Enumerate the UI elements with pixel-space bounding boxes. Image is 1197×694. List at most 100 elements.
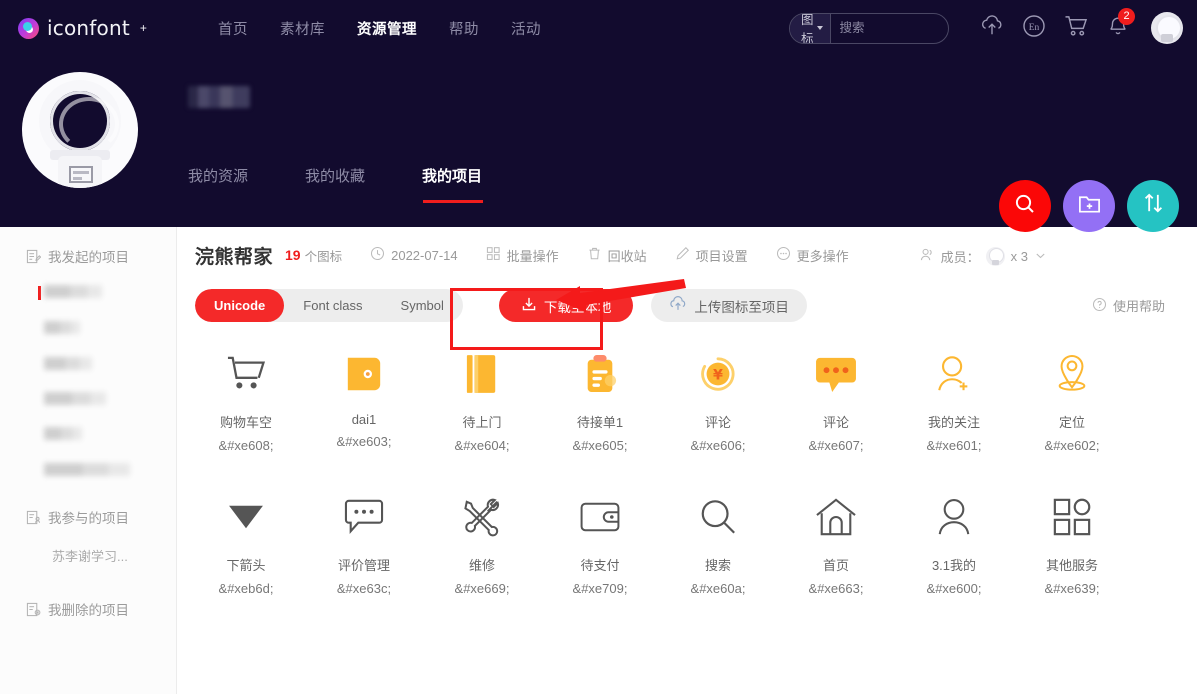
chevron-down-icon[interactable]	[1034, 249, 1047, 265]
icon-name: 下箭头	[226, 558, 266, 573]
profile-avatar[interactable]	[22, 72, 138, 188]
cart-icon	[226, 346, 266, 402]
nav-item-help[interactable]: 帮助	[449, 18, 479, 39]
new-project-fab[interactable]	[1063, 180, 1115, 232]
sort-fab[interactable]	[1127, 180, 1179, 232]
home-icon	[815, 489, 857, 545]
sidebar-group-deleted[interactable]: 我删除的项目	[0, 594, 176, 624]
icon-code: &#xe606;	[690, 438, 746, 453]
members-count: x 3	[1010, 249, 1028, 264]
search-input[interactable]	[830, 21, 948, 35]
icon-name: 定位	[1058, 415, 1085, 430]
icon-name: 待支付	[580, 558, 620, 573]
clock-icon	[370, 246, 385, 264]
project-header-row: 浣熊帮家 19 个图标 2022-07-14 批量操作 回收站 项目设置 更多操…	[177, 227, 1197, 283]
sidebar-group-created[interactable]: 我发起的项目	[0, 241, 176, 271]
cloud-upload-icon	[980, 14, 1004, 42]
icon-cell-review-management[interactable]: 评价管理 &#xe63c;	[305, 489, 423, 596]
subtab-my-projects[interactable]: 我的项目	[422, 165, 484, 203]
project-content: 浣熊帮家 19 个图标 2022-07-14 批量操作 回收站 项目设置 更多操…	[177, 227, 1197, 694]
recycle-bin-button[interactable]: 回收站	[587, 246, 647, 265]
upload-button[interactable]	[971, 0, 1013, 56]
nav-item-library[interactable]: 素材库	[280, 18, 325, 39]
icon-cell-location[interactable]: 定位 &#xe602;	[1013, 346, 1131, 453]
members-control[interactable]: 成员： x 3	[919, 247, 1047, 266]
list-item[interactable]	[44, 463, 130, 476]
icon-cell-my-follows[interactable]: 我的关注 &#xe601;	[895, 346, 1013, 453]
icon-code: &#xe60a;	[690, 581, 746, 596]
download-button[interactable]: 下载至本地	[498, 289, 634, 322]
search-fab[interactable]	[999, 180, 1051, 232]
sidebar-item-joined-project[interactable]: 苏李谢学习...	[0, 542, 176, 568]
icon-cell-dai1[interactable]: dai1 &#xe603;	[305, 346, 423, 453]
bubble-solid-icon	[814, 346, 858, 402]
icon-code: &#xe669;	[454, 581, 510, 596]
more-operations-label: 更多操作	[796, 248, 849, 264]
list-item[interactable]	[44, 392, 106, 405]
icon-cell-cart-empty[interactable]: 购物车空 &#xe608;	[187, 346, 305, 453]
nav-item-activity[interactable]: 活动	[511, 18, 541, 39]
brand-plus: +	[139, 21, 147, 35]
list-item[interactable]	[44, 321, 80, 334]
download-icon	[521, 296, 537, 315]
subtab-my-resources[interactable]: 我的资源	[188, 165, 248, 203]
usage-help-link[interactable]: 使用帮助	[1092, 296, 1165, 315]
subtab-my-favorites[interactable]: 我的收藏	[305, 165, 365, 203]
nav-item-home[interactable]: 首页	[218, 18, 248, 39]
brand-logo[interactable]: iconfont +	[18, 16, 208, 40]
icon-code: &#xe600;	[926, 581, 982, 596]
icon-cell-pending-payment[interactable]: 待支付 &#xe709;	[541, 489, 659, 596]
tab-unicode[interactable]: Unicode	[195, 289, 285, 322]
project-toolbar: Unicode Font class Symbol 下载至本地 上传图标至项目 …	[177, 289, 1197, 322]
profile-subtabs: 我的资源 我的收藏 我的项目	[188, 165, 484, 203]
icon-name: 待上门	[462, 415, 502, 430]
tab-symbol[interactable]: Symbol	[382, 289, 463, 322]
cloud-upload-icon	[669, 296, 687, 315]
icon-cell-comment-coin[interactable]: ¥ 评论 &#xe606;	[659, 346, 777, 453]
svg-text:¥: ¥	[713, 368, 723, 384]
brand-name: iconfont	[47, 16, 130, 40]
icon-code: &#xe601;	[926, 438, 982, 453]
icon-cell-comment-bubble[interactable]: 评论 &#xe607;	[777, 346, 895, 453]
sidebar-group-label: 我发起的项目	[48, 250, 129, 265]
icon-code: &#xe607;	[808, 438, 864, 453]
project-settings-label: 项目设置	[695, 248, 748, 264]
icon-cell-arrow-down[interactable]: 下箭头 &#xeb6d;	[187, 489, 305, 596]
doc-delete-icon	[26, 602, 41, 617]
notifications-button[interactable]: 2	[1097, 0, 1139, 56]
sidebar-group-joined[interactable]: 我参与的项目	[0, 502, 176, 532]
upload-icons-button[interactable]: 上传图标至项目	[651, 289, 807, 322]
list-item[interactable]	[44, 357, 92, 370]
list-item[interactable]	[44, 427, 82, 440]
icon-cell-repair[interactable]: 维修 &#xe669;	[423, 489, 541, 596]
icon-cell-home[interactable]: 首页 &#xe663;	[777, 489, 895, 596]
wallet-line-icon	[579, 489, 621, 545]
icon-cell-search[interactable]: 搜索 &#xe60a;	[659, 489, 777, 596]
cart-button[interactable]	[1055, 0, 1097, 56]
list-item[interactable]	[44, 285, 102, 298]
avatar[interactable]	[1151, 12, 1183, 44]
icon-name: 购物车空	[219, 415, 272, 430]
sort-updown-icon	[1141, 191, 1166, 221]
batch-operation-label: 批量操作	[506, 248, 559, 264]
icon-name: 评价管理	[337, 558, 390, 573]
project-settings-button[interactable]: 项目设置	[675, 246, 748, 265]
tab-font-class[interactable]: Font class	[284, 289, 381, 322]
icon-code: &#xe602;	[1044, 438, 1100, 453]
magnifier-icon	[698, 489, 738, 545]
icon-cell-pending-order[interactable]: 待接单1 &#xe605;	[541, 346, 659, 453]
project-date: 2022-07-14	[370, 246, 458, 264]
notification-badge: 2	[1118, 8, 1135, 25]
search-scope-select[interactable]: 图标	[790, 13, 831, 43]
top-navigation-bar: iconfont + 首页 素材库 资源管理 帮助 活动 图标 搜索 En 2	[0, 0, 1197, 56]
icon-cell-door[interactable]: 待上门 &#xe604;	[423, 346, 541, 453]
more-operations-button[interactable]: 更多操作	[776, 246, 849, 265]
batch-operation-button[interactable]: 批量操作	[486, 246, 559, 265]
user-add-icon	[934, 346, 974, 402]
language-button[interactable]: En	[1013, 0, 1055, 56]
icon-cell-other-services[interactable]: 其他服务 &#xe639;	[1013, 489, 1131, 596]
nav-item-resource-management[interactable]: 资源管理	[357, 18, 417, 39]
main-nav: 首页 素材库 资源管理 帮助 活动	[218, 18, 541, 39]
icon-cell-my-profile[interactable]: 3.1我的 &#xe600;	[895, 489, 1013, 596]
doc-user-icon	[26, 510, 41, 525]
